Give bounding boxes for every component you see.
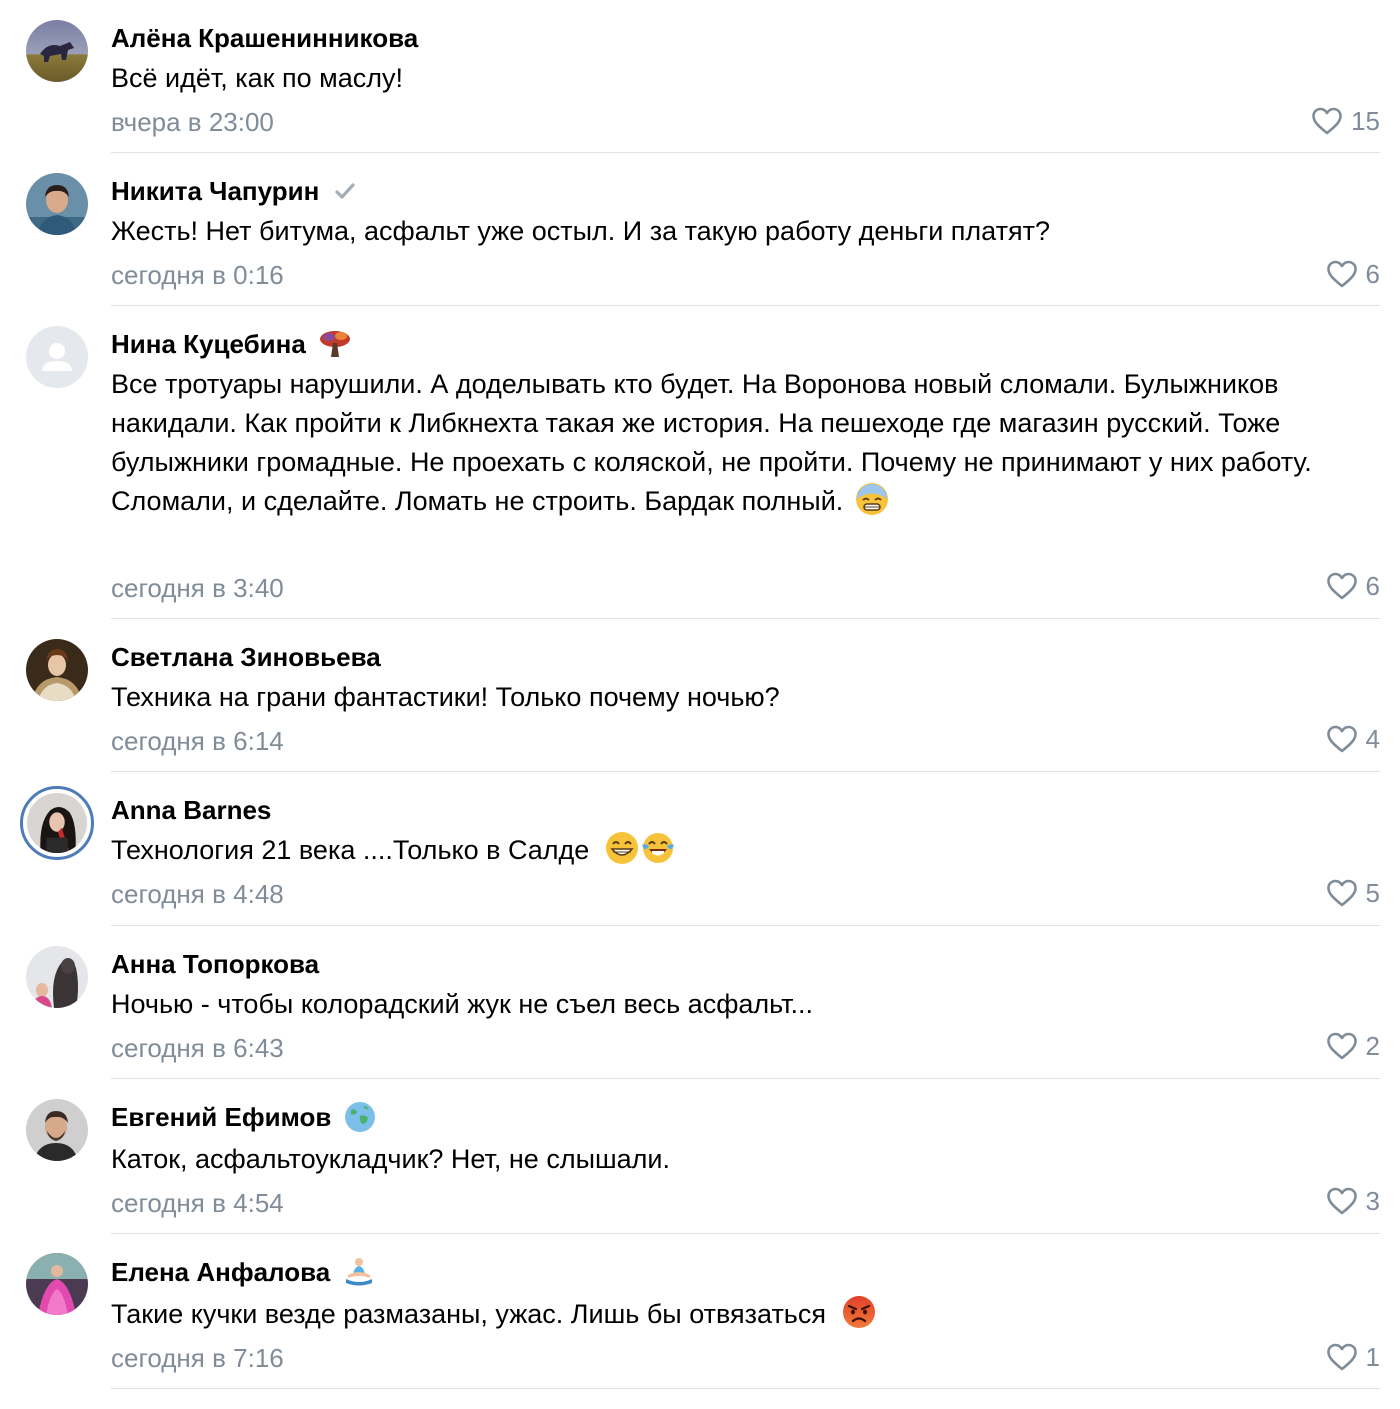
heart-icon — [1326, 1342, 1358, 1372]
comment-text-content: Ночью - чтобы колорадский жук не съел ве… — [111, 989, 814, 1019]
comment-author[interactable]: Никита Чапурин — [111, 176, 319, 207]
default-user-avatar[interactable] — [26, 326, 88, 388]
like-count: 2 — [1365, 1030, 1380, 1061]
comment-text: Все тротуары нарушили. А доделывать кто … — [111, 365, 1371, 521]
divider — [111, 1233, 1380, 1234]
divider — [111, 1078, 1380, 1079]
like-count: 1 — [1365, 1341, 1380, 1372]
like-button[interactable]: 1 — [1326, 1340, 1380, 1374]
like-button[interactable]: 6 — [1326, 257, 1380, 291]
comment-text-content: Каток, асфальтоукладчик? Нет, не слышали… — [111, 1144, 670, 1174]
comment-date[interactable]: сегодня в 6:14 — [111, 724, 284, 758]
tree-icon — [318, 327, 352, 361]
pink-dress-photo-avatar[interactable] — [26, 1253, 88, 1315]
grinning-face-emoji — [605, 831, 639, 865]
tears-of-joy-emoji — [641, 831, 675, 865]
comment-author[interactable]: Светлана Зиновьева — [111, 642, 381, 673]
heart-icon — [1326, 724, 1358, 754]
like-count: 6 — [1365, 258, 1380, 289]
comment-text-content: Техника на грани фантастики! Только поче… — [111, 682, 780, 712]
comment-author[interactable]: Алёна Крашенинникова — [111, 23, 418, 54]
anxious-face-emoji — [855, 482, 889, 516]
heart-icon — [1326, 1186, 1358, 1216]
man-beard-photo-avatar[interactable] — [26, 1099, 88, 1161]
like-button[interactable]: 2 — [1326, 1029, 1380, 1063]
comment-author[interactable]: Евгений Ефимов — [111, 1102, 331, 1133]
heart-icon — [1326, 1031, 1358, 1061]
comment-text-content: Жесть! Нет битума, асфальт уже остыл. И … — [111, 216, 1050, 246]
comment-text: Ночью - чтобы колорадский жук не съел ве… — [111, 985, 1371, 1024]
like-button[interactable]: 5 — [1326, 876, 1380, 910]
like-button[interactable]: 15 — [1311, 104, 1380, 138]
comment-text-content: Такие кучки везде размазаны, ужас. Лишь … — [111, 1299, 826, 1329]
checkmark-icon — [331, 177, 359, 205]
comment-date[interactable]: сегодня в 4:54 — [111, 1186, 284, 1220]
comment-date[interactable]: сегодня в 4:48 — [111, 877, 284, 911]
horse-photo-avatar[interactable] — [26, 20, 88, 82]
divider — [111, 771, 1380, 772]
comment-date[interactable]: сегодня в 6:43 — [111, 1031, 284, 1065]
divider — [111, 618, 1380, 619]
heart-icon — [1326, 571, 1358, 601]
comment-text: Технология 21 века ....Только в Салде — [111, 831, 1371, 870]
comment-author[interactable]: Anna Barnes — [111, 795, 271, 826]
statue-photo-avatar[interactable] — [26, 946, 88, 1008]
comment-text: Такие кучки везде размазаны, ужас. Лишь … — [111, 1295, 1371, 1334]
like-button[interactable]: 3 — [1326, 1184, 1380, 1218]
comment-text-content: Технология 21 века ....Только в Салде — [111, 835, 590, 865]
painting-portrait-avatar[interactable] — [26, 639, 88, 701]
comment-author[interactable]: Елена Анфалова — [111, 1257, 330, 1288]
meditation-icon — [342, 1255, 376, 1289]
divider — [111, 1388, 1380, 1389]
comment-text: Жесть! Нет битума, асфальт уже остыл. И … — [111, 212, 1371, 251]
comment-author[interactable]: Анна Топоркова — [111, 949, 319, 980]
like-count: 3 — [1365, 1185, 1380, 1216]
divider — [111, 925, 1380, 926]
like-count: 15 — [1351, 105, 1380, 136]
comment-date[interactable]: вчера в 23:00 — [111, 105, 274, 139]
comment-date[interactable]: сегодня в 0:16 — [111, 258, 284, 292]
comment-text: Каток, асфальтоукладчик? Нет, не слышали… — [111, 1140, 1371, 1179]
comment-date[interactable]: сегодня в 3:40 — [111, 571, 284, 605]
heart-icon — [1326, 259, 1358, 289]
comment-author[interactable]: Нина Куцебина — [111, 329, 306, 360]
comment-date[interactable]: сегодня в 7:16 — [111, 1341, 284, 1375]
like-count: 4 — [1365, 723, 1380, 754]
like-button[interactable]: 6 — [1326, 569, 1380, 603]
comment-text-content: Всё идёт, как по маслу! — [111, 63, 403, 93]
divider — [111, 152, 1380, 153]
comment-text: Техника на грани фантастики! Только поче… — [111, 678, 1371, 717]
like-button[interactable]: 4 — [1326, 722, 1380, 756]
divider — [111, 305, 1380, 306]
like-count: 5 — [1365, 877, 1380, 908]
heart-icon — [1326, 878, 1358, 908]
comment-text: Всё идёт, как по маслу! — [111, 59, 1371, 98]
like-count: 6 — [1365, 570, 1380, 601]
angry-face-emoji — [842, 1295, 876, 1329]
heart-icon — [1311, 106, 1343, 136]
woman-photo-avatar[interactable] — [20, 786, 94, 860]
globe-icon — [343, 1100, 377, 1134]
comment-text-content: Все тротуары нарушили. А доделывать кто … — [111, 369, 1312, 516]
man-photo-avatar[interactable] — [26, 173, 88, 235]
